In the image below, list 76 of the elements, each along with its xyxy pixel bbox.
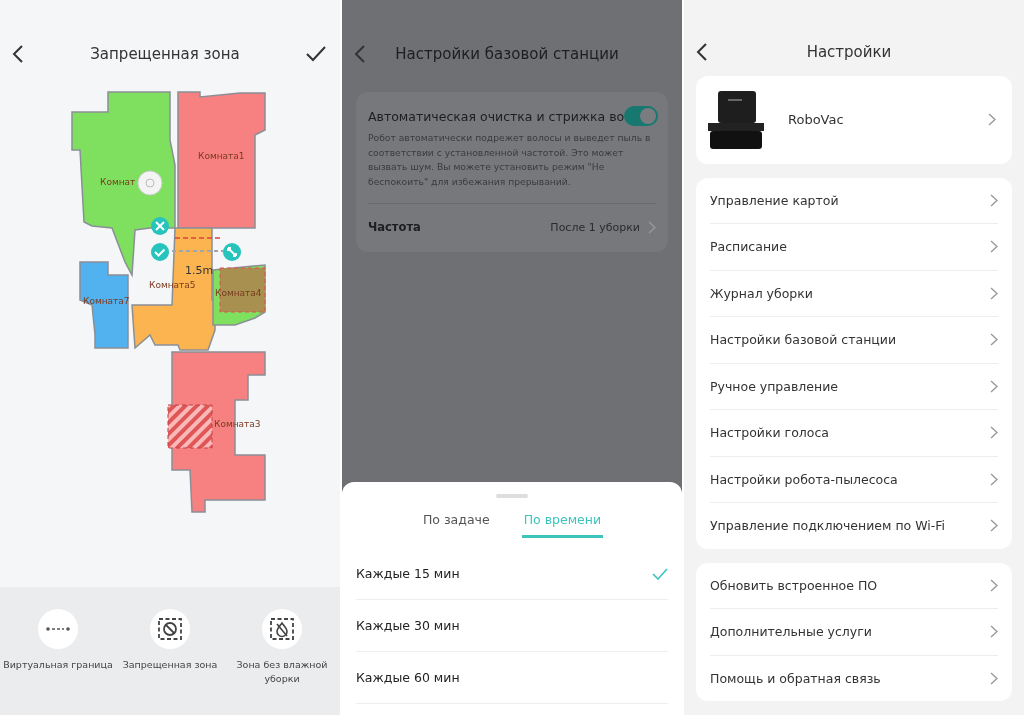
tool-label: Зона без влажной уборки	[235, 658, 329, 686]
menu-item[interactable]: Настройки робота-пылесоса	[710, 456, 998, 503]
menu-item[interactable]: Дополнительные услуги	[710, 609, 998, 656]
tool-button[interactable]	[150, 609, 190, 649]
setting-title: Автоматическая очистка и стрижка во	[368, 108, 625, 124]
robot-icon	[137, 170, 163, 196]
zone-edge-line	[174, 237, 221, 239]
menu-item-label: Ручное управление	[710, 378, 838, 394]
option-row[interactable]: Каждые 60 мин	[356, 652, 668, 704]
menu-item[interactable]: Настройки голоса	[710, 410, 998, 457]
frequency-label: Частота	[368, 220, 421, 234]
chevron-right-icon	[990, 286, 998, 300]
menu-item-label: Управление подключением по Wi-Fi	[710, 518, 945, 534]
menu-item[interactable]: Помощь и обратная связь	[710, 655, 998, 701]
option-label: Каждые 15 мин	[356, 566, 460, 581]
delete-icon[interactable]	[151, 217, 169, 235]
no-go-zone-icon	[158, 618, 182, 640]
tool-label: Запрещенная зона	[122, 658, 218, 672]
drag-handle[interactable]	[496, 494, 528, 498]
screen-title: Настройки	[805, 42, 893, 61]
check-icon[interactable]	[151, 243, 169, 261]
back-icon[interactable]	[12, 45, 24, 63]
room-label: Комната1	[198, 151, 245, 161]
menu-item-label: Настройки базовой станции	[710, 332, 897, 348]
frequency-value: После 1 уборки	[550, 220, 640, 234]
chevron-right-icon	[990, 578, 998, 592]
menu-item[interactable]: Журнал уборки	[710, 270, 998, 317]
room-label: Комната5	[149, 280, 196, 290]
room-label: Комната7	[83, 296, 130, 306]
chevron-right-icon	[990, 379, 998, 393]
zone-edge-line	[171, 250, 224, 252]
menu-item-label: Обновить встроенное ПО	[710, 577, 878, 593]
back-icon[interactable]	[696, 42, 708, 61]
chevron-right-icon	[990, 472, 998, 486]
menu-item-label: Расписание	[710, 239, 787, 255]
no-go-zone	[167, 404, 213, 449]
option-label: Каждые 60 мин	[356, 670, 460, 685]
confirm-check-icon[interactable]	[306, 46, 326, 62]
room-label: Комната3	[214, 419, 261, 429]
chevron-right-icon	[990, 625, 998, 639]
menu-item-label: Дополнительные услуги	[710, 624, 872, 640]
chevron-right-icon	[648, 220, 656, 234]
device-card[interactable]: RoboVac	[696, 75, 1012, 164]
option-row[interactable]: Каждые 30 мин	[356, 600, 668, 652]
screen-title: Настройки базовой станции	[394, 45, 620, 63]
menu-item[interactable]: Настройки базовой станции	[710, 317, 998, 364]
tab[interactable]: По задаче	[420, 512, 492, 538]
tool-label: Виртуальная граница	[3, 658, 113, 672]
chevron-right-icon	[990, 426, 998, 440]
chevron-right-icon	[990, 519, 998, 533]
screen-title: Запрещенная зона	[89, 45, 241, 63]
virtual-wall-icon	[46, 626, 70, 632]
menu-item-label: Журнал уборки	[710, 285, 813, 301]
toggle-switch[interactable]	[624, 106, 659, 126]
menu-item-label: Настройки робота-пылесоса	[710, 471, 898, 487]
menu-item[interactable]: Управление подключением по Wi-Fi	[710, 503, 998, 549]
tool-button[interactable]	[262, 609, 302, 649]
chevron-right-icon	[988, 113, 996, 127]
option-label: Каждые 30 мин	[356, 618, 460, 633]
distance-label: 1.5m	[185, 264, 214, 277]
no-mop-zone-icon	[270, 618, 294, 640]
menu-item[interactable]: Расписание	[710, 224, 998, 271]
chevron-right-icon	[990, 671, 998, 685]
option-row[interactable]: Каждые 15 мин	[356, 548, 668, 600]
chevron-right-icon	[990, 193, 998, 207]
room-label: Комнат	[100, 177, 136, 187]
menu-item-label: Управление картой	[710, 192, 839, 208]
robot-vacuum-station-drawing	[708, 90, 764, 149]
chevron-right-icon	[990, 240, 998, 254]
menu-item[interactable]: Обновить встроенное ПО	[710, 562, 998, 609]
menu-item-label: Настройки голоса	[710, 425, 829, 441]
menu-item[interactable]: Управление картой	[710, 177, 998, 224]
menu-item-label: Помощь и обратная связь	[710, 670, 881, 686]
chevron-right-icon	[990, 333, 998, 347]
menu-item[interactable]: Ручное управление	[710, 363, 998, 410]
device-name: RoboVac	[788, 112, 845, 128]
